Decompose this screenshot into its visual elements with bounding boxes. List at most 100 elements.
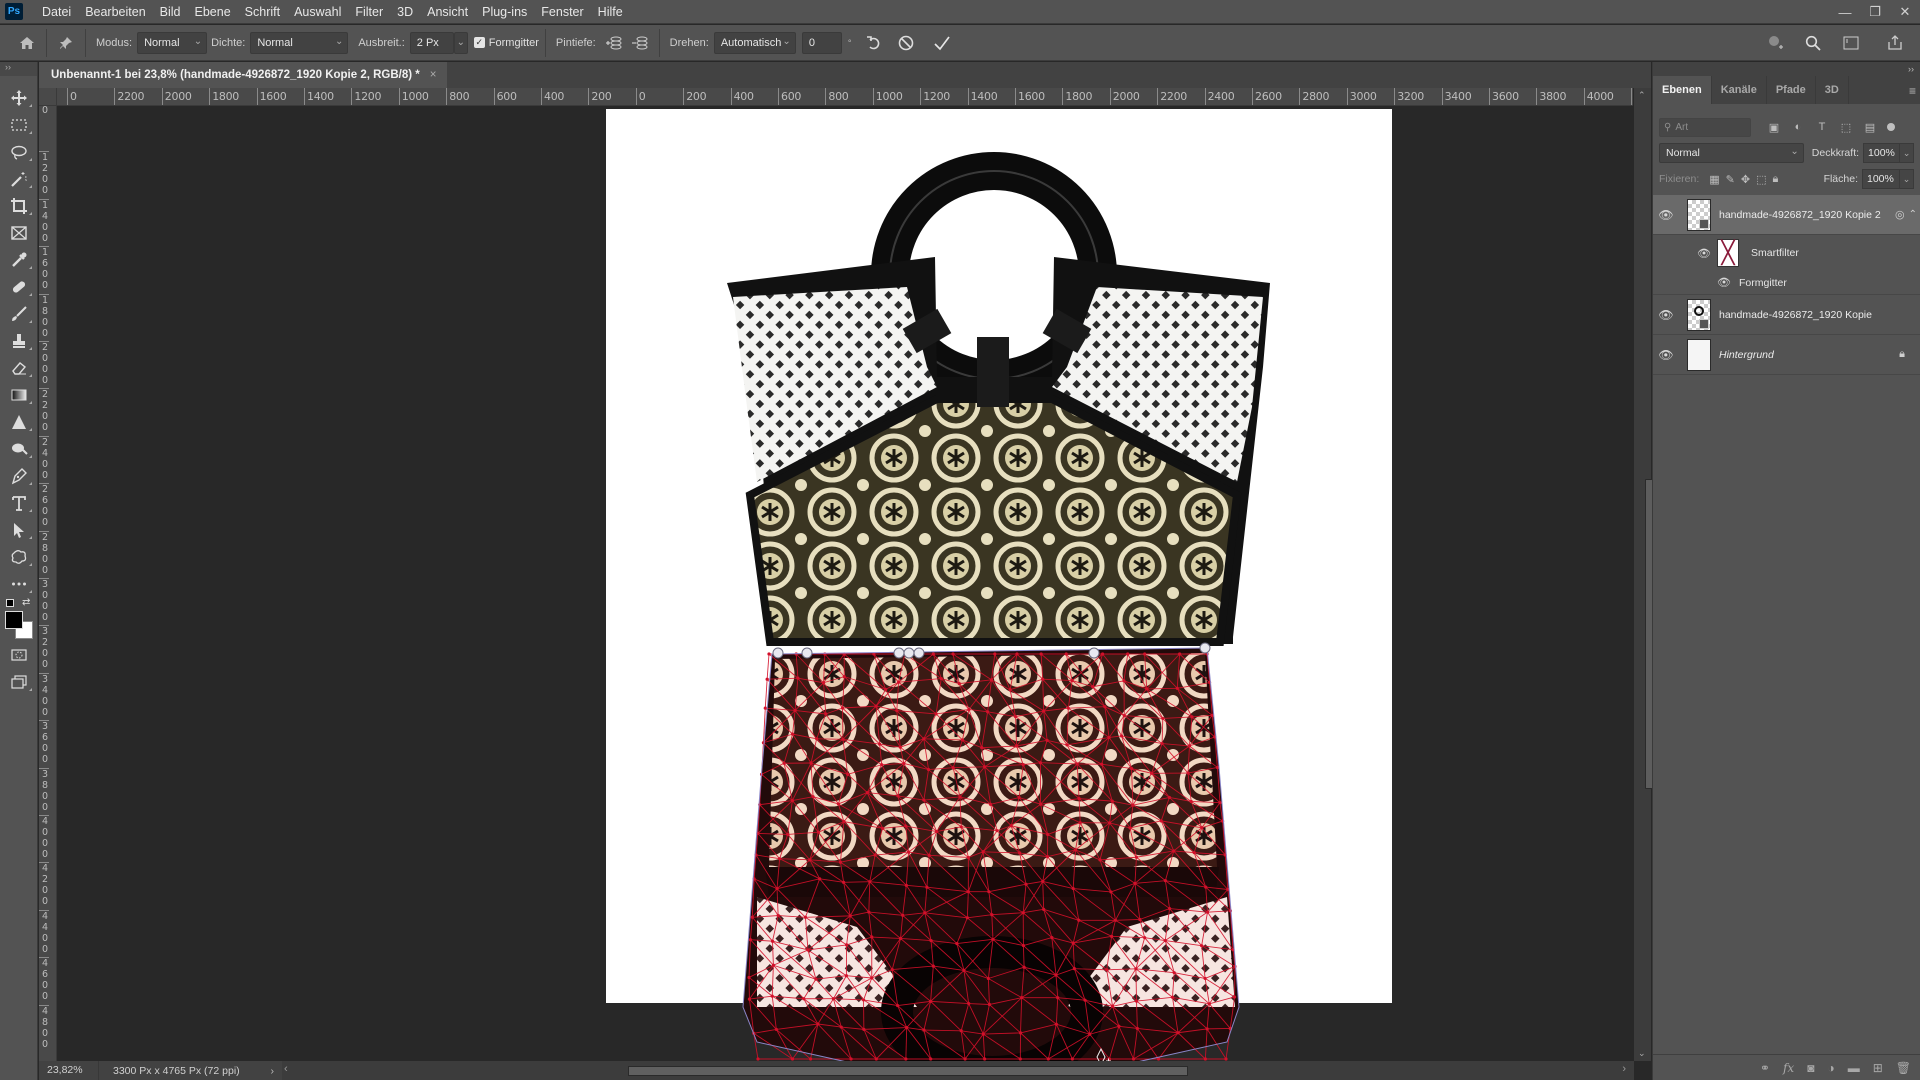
tool-screen-mode[interactable]: [0, 668, 38, 695]
reset-button[interactable]: [861, 30, 887, 56]
filter-toggle-icon[interactable]: [1887, 123, 1895, 131]
scroll-right-icon[interactable]: ›: [1622, 1063, 1626, 1075]
menu-bild[interactable]: Bild: [153, 0, 188, 24]
adjustment-layer-icon[interactable]: ◑: [1827, 1061, 1834, 1075]
commit-button[interactable]: [929, 30, 955, 56]
layer-row[interactable]: 👁︎ handmade-4926872_1920 Kopie 2 ◎ ⌃: [1653, 195, 1920, 235]
close-window-button[interactable]: ✕: [1890, 0, 1920, 24]
add-mask-icon[interactable]: ◙: [1807, 1061, 1814, 1075]
canvas-area[interactable]: [57, 107, 1633, 1061]
tab-ebenen[interactable]: Ebenen: [1653, 76, 1712, 104]
share-button[interactable]: [1882, 30, 1908, 56]
close-tab-icon[interactable]: ×: [430, 69, 437, 81]
minimize-button[interactable]: —: [1830, 0, 1860, 24]
fill-input[interactable]: 100%: [1862, 169, 1900, 189]
search-button[interactable]: [1800, 30, 1826, 56]
fill-dropdown-icon[interactable]: ⌄: [1900, 169, 1914, 189]
fx-icon[interactable]: fx: [1783, 1061, 1794, 1075]
bag-artwork[interactable]: [57, 107, 1633, 1061]
filter-pixel-icon[interactable]: ▣: [1765, 119, 1783, 135]
vertical-ruler[interactable]: 0 1200 1400 1600 1800 2000 2200 2400 2600 2800 300…: [39, 106, 57, 1061]
menu-bearbeiten[interactable]: Bearbeiten: [78, 0, 152, 24]
visibility-eye-icon[interactable]: 👁︎: [1717, 276, 1731, 289]
document-tab[interactable]: Unbenannt-1 bei 23,8% (handmade-4926872_…: [39, 62, 447, 88]
tool-gradient[interactable]: [0, 381, 38, 408]
tool-brush[interactable]: [0, 300, 38, 327]
menu-filter[interactable]: Filter: [348, 0, 390, 24]
tools-collapse-toggle[interactable]: ››: [0, 62, 37, 76]
formgitter-checkbox[interactable]: ✓ Formgitter: [473, 37, 539, 49]
lock-pixels-icon[interactable]: ✎: [1726, 173, 1735, 186]
horizontal-scrollbar[interactable]: ‹ ›: [282, 1061, 1634, 1080]
visibility-eye-icon[interactable]: 👁︎: [1697, 247, 1711, 260]
tool-more[interactable]: [0, 570, 38, 597]
menu-fenster[interactable]: Fenster: [534, 0, 590, 24]
tool-crop[interactable]: [0, 192, 38, 219]
tab-pfade[interactable]: Pfade: [1767, 76, 1816, 104]
tool-healing[interactable]: [0, 273, 38, 300]
blend-mode-select[interactable]: Normal ⌄: [1659, 143, 1804, 163]
zoom-level-field[interactable]: 23,82%: [39, 1061, 99, 1080]
delete-layer-icon[interactable]: 🗑︎: [1896, 1061, 1911, 1075]
tool-quick-mask[interactable]: [0, 641, 38, 668]
scroll-up-icon[interactable]: ⌃: [1638, 90, 1646, 101]
swap-colors-icon[interactable]: ⇄: [22, 597, 30, 608]
puppet-pin[interactable]: [913, 647, 925, 659]
tool-shape[interactable]: [0, 543, 38, 570]
modus-select[interactable]: Normal ⌄: [137, 31, 208, 54]
menu-hilfe[interactable]: Hilfe: [591, 0, 630, 24]
menu-plugins[interactable]: Plug-ins: [475, 0, 534, 24]
dichte-select[interactable]: Normal ⌄: [250, 31, 349, 54]
lock-all-icon[interactable]: 🔒︎: [1773, 173, 1779, 186]
smartfilter-row[interactable]: 👁︎ ╳ Smartfilter: [1653, 235, 1920, 271]
tool-path-selection[interactable]: [0, 516, 38, 543]
foreground-color-swatch[interactable]: [5, 611, 23, 629]
tab-3d[interactable]: 3D: [1816, 76, 1849, 104]
new-group-icon[interactable]: ▬: [1848, 1061, 1860, 1075]
menu-ansicht[interactable]: Ansicht: [420, 0, 475, 24]
vertical-scrollbar[interactable]: ⌃ ⌄: [1634, 88, 1656, 1061]
horizontal-ruler[interactable]: 0 2200 2000 1800 1600 1400 1200 1000 800 600 400 20…: [57, 88, 1633, 106]
puppet-pin[interactable]: [893, 647, 905, 659]
horizontal-scroll-thumb[interactable]: [628, 1066, 1188, 1076]
puppet-pin[interactable]: [903, 647, 915, 659]
new-layer-icon[interactable]: ⊞: [1873, 1061, 1883, 1075]
visibility-eye-icon[interactable]: 👁︎: [1653, 348, 1679, 362]
lock-position-icon[interactable]: ✥: [1741, 173, 1750, 186]
home-button[interactable]: [14, 30, 40, 56]
layer-filter-search[interactable]: ⚲ Art: [1659, 117, 1751, 137]
tool-lasso[interactable]: [0, 138, 38, 165]
tool-magic-wand[interactable]: [0, 165, 38, 192]
ausbreitung-input[interactable]: 2 Px: [409, 31, 454, 54]
filter-adjustment-icon[interactable]: ◐: [1789, 119, 1807, 135]
tool-eraser[interactable]: [0, 354, 38, 381]
pin-forward-button[interactable]: [601, 30, 627, 56]
tool-marquee[interactable]: [0, 111, 38, 138]
tool-frame[interactable]: [0, 219, 38, 246]
link-layers-icon[interactable]: ⚭: [1760, 1061, 1770, 1075]
puppet-pin[interactable]: [772, 647, 784, 659]
default-colors-icon[interactable]: [6, 599, 14, 607]
tool-dodge[interactable]: [0, 435, 38, 462]
ausbreitung-dropdown[interactable]: ⌄: [453, 31, 468, 54]
visibility-eye-icon[interactable]: 👁︎: [1653, 208, 1679, 222]
tool-preset-button[interactable]: [53, 30, 79, 56]
menu-datei[interactable]: Datei: [35, 0, 78, 24]
opacity-dropdown-icon[interactable]: ⌄: [1900, 143, 1914, 163]
lock-transparency-icon[interactable]: ▦: [1709, 173, 1719, 186]
filter-shape-icon[interactable]: ⬚: [1837, 119, 1855, 135]
tool-blur[interactable]: [0, 408, 38, 435]
filter-type-icon[interactable]: T: [1813, 119, 1831, 135]
collapse-effects-icon[interactable]: ⌃: [1909, 209, 1917, 220]
angle-input[interactable]: 0: [801, 31, 842, 54]
menu-schrift[interactable]: Schrift: [238, 0, 287, 24]
menu-auswahl[interactable]: Auswahl: [287, 0, 348, 24]
status-menu-arrow-icon[interactable]: ›: [263, 1065, 283, 1077]
invite-button[interactable]: [1762, 30, 1788, 56]
puppet-pin[interactable]: [1199, 642, 1211, 654]
panel-menu-icon[interactable]: ≡: [1909, 84, 1916, 98]
restore-button[interactable]: ❐: [1860, 0, 1890, 24]
pin-backward-button[interactable]: [627, 30, 653, 56]
tool-type[interactable]: [0, 489, 38, 516]
panel-collapse-toggle[interactable]: ››: [1653, 62, 1920, 76]
